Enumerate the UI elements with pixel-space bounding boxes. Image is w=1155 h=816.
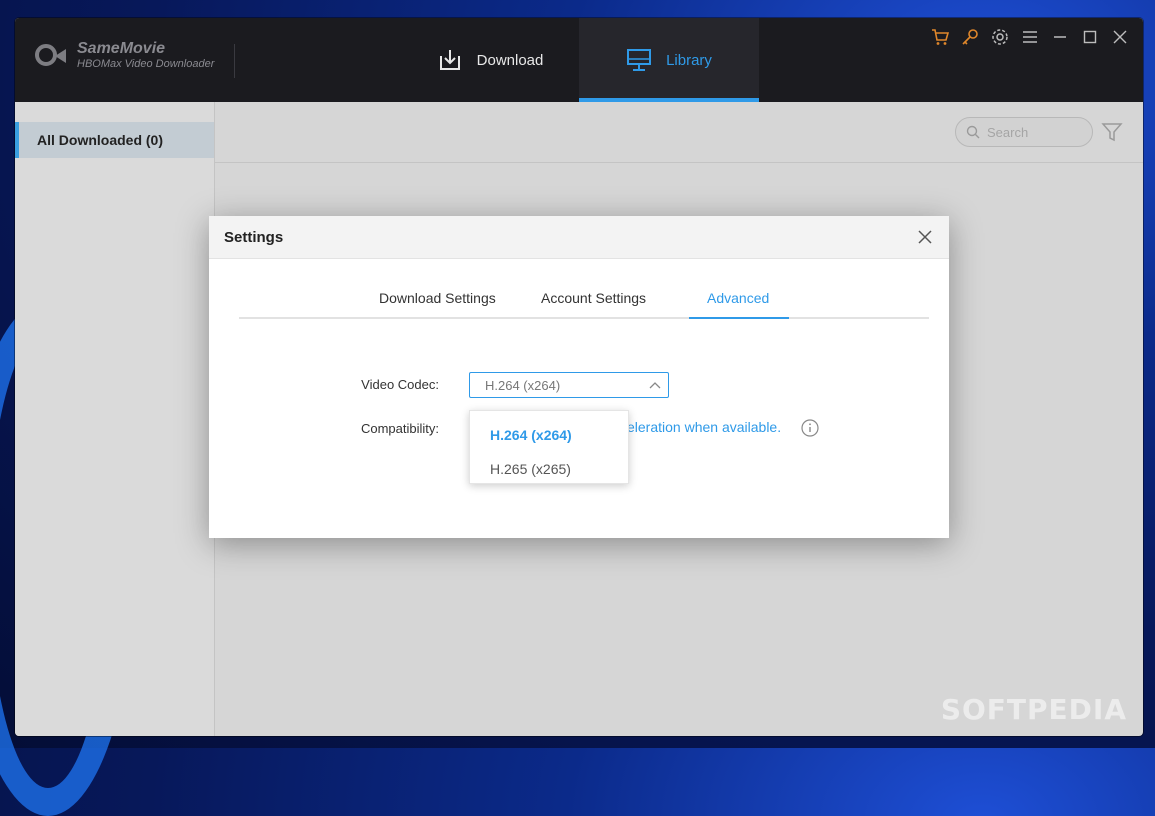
compatibility-label: Compatibility: <box>360 421 439 436</box>
compatibility-option-text[interactable]: eleration when available. <box>627 419 781 435</box>
video-codec-dropdown: H.264 (x264) H.265 (x265) <box>469 410 629 484</box>
download-icon <box>439 50 460 70</box>
dialog-header: Settings <box>209 216 949 259</box>
search-icon <box>966 125 980 139</box>
sidebar: All Downloaded (0) <box>15 102 215 736</box>
dialog-close-icon[interactable] <box>917 229 933 245</box>
codec-option-h265[interactable]: H.265 (x265) <box>490 461 571 477</box>
search-placeholder: Search <box>987 124 1029 140</box>
monitor-icon <box>627 49 652 71</box>
menu-icon[interactable] <box>1021 28 1039 46</box>
gear-icon[interactable] <box>991 28 1009 46</box>
chevron-up-icon <box>649 382 661 389</box>
active-settings-tab-indicator <box>689 317 789 319</box>
window-toolbar <box>931 28 1129 46</box>
filter-icon[interactable] <box>1101 121 1123 143</box>
app-name: SameMovie <box>77 40 166 57</box>
title-bar: SameMovie HBOMax Video Downloader Downlo… <box>15 18 1143 102</box>
tab-download[interactable]: Download <box>415 18 565 102</box>
tab-account-settings[interactable]: Account Settings <box>541 290 646 306</box>
tab-download-label: Download <box>476 51 544 69</box>
logo-icon <box>35 42 67 70</box>
app-subtitle: HBOMax Video Downloader <box>77 58 215 70</box>
minimize-icon[interactable] <box>1051 28 1069 46</box>
softpedia-watermark: SOFTPEDIA <box>940 693 1127 726</box>
dialog-title: Settings <box>224 228 284 246</box>
video-codec-value: H.264 (x264) <box>485 377 561 393</box>
tab-download-settings[interactable]: Download Settings <box>379 290 496 306</box>
app-logo: SameMovie HBOMax Video Downloader <box>35 40 214 71</box>
video-codec-label: Video Codec: <box>361 377 439 392</box>
settings-dialog: Settings Download Settings Account Setti… <box>209 216 949 538</box>
key-icon[interactable] <box>961 28 979 46</box>
codec-option-h264[interactable]: H.264 (x264) <box>490 427 572 443</box>
sidebar-item-label: All Downloaded (0) <box>37 132 163 148</box>
settings-tabs: Download Settings Account Settings Advan… <box>239 281 929 319</box>
info-icon[interactable] <box>801 419 819 437</box>
video-codec-select[interactable]: H.264 (x264) <box>469 372 669 398</box>
tab-library-label: Library <box>666 51 712 69</box>
tab-library[interactable]: Library <box>579 18 759 102</box>
library-header: Search <box>215 102 1143 163</box>
logo-divider <box>234 44 235 78</box>
cart-icon[interactable] <box>931 28 949 46</box>
maximize-icon[interactable] <box>1081 28 1099 46</box>
sidebar-item-all-downloaded[interactable]: All Downloaded (0) <box>15 122 214 158</box>
search-input[interactable]: Search <box>955 117 1093 147</box>
tab-advanced[interactable]: Advanced <box>707 290 769 306</box>
close-icon[interactable] <box>1111 28 1129 46</box>
